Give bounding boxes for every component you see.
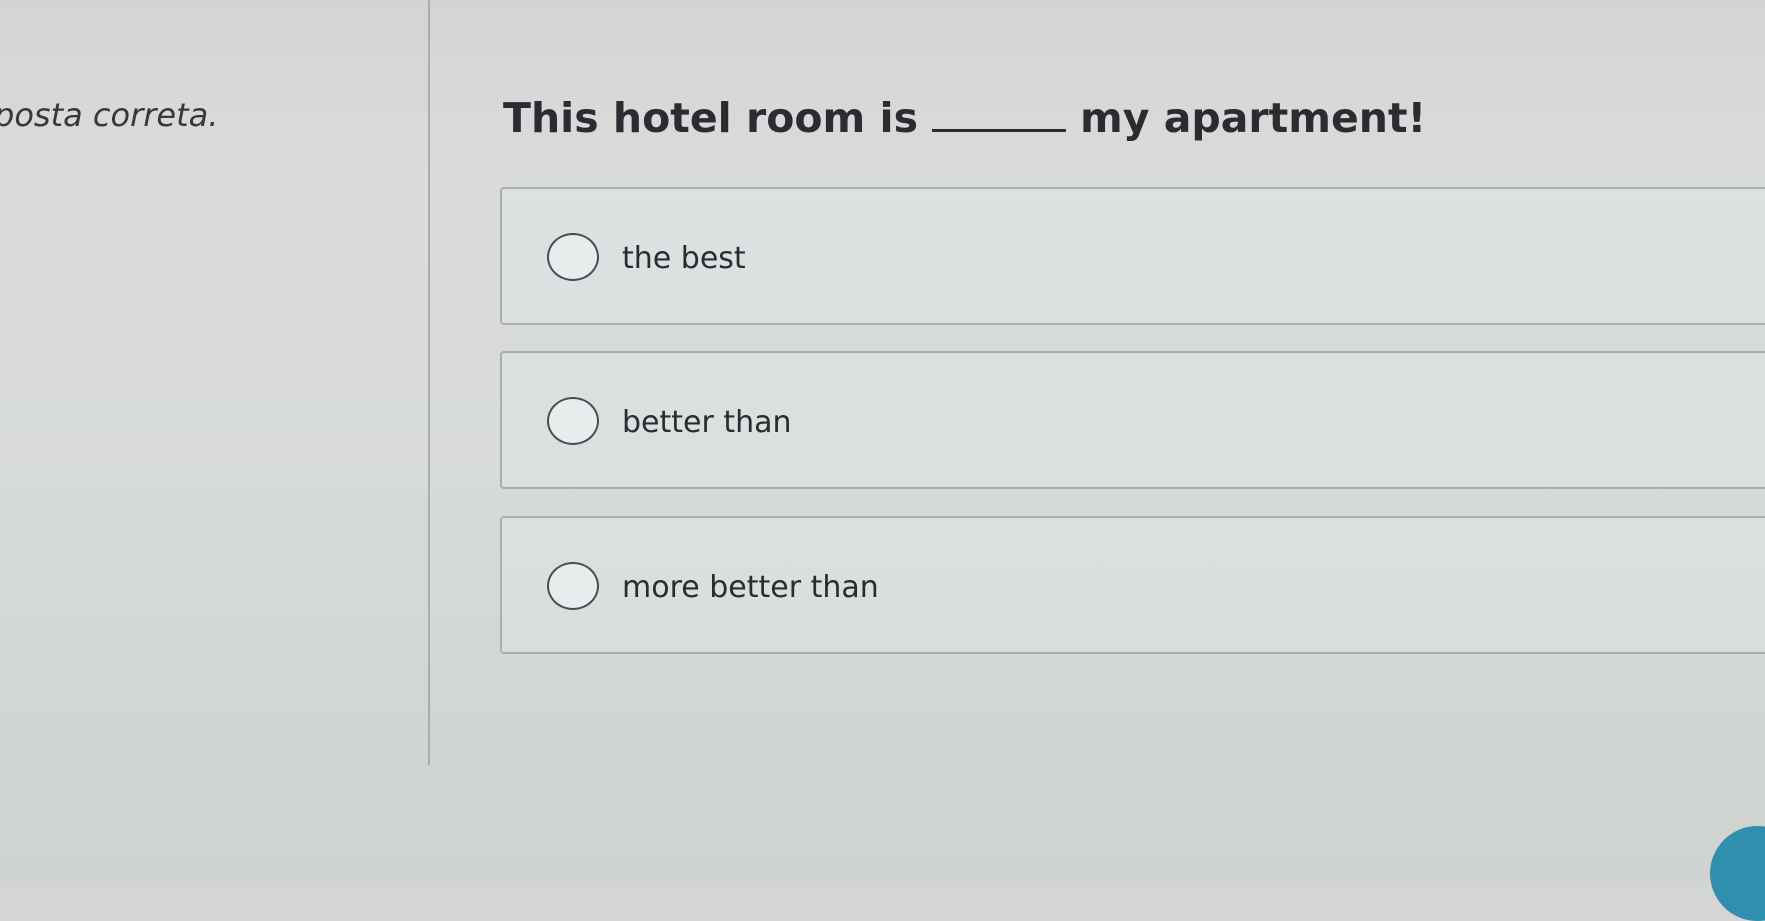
- radio-button[interactable]: [547, 562, 599, 610]
- instruction-text: posta correta.: [0, 96, 219, 134]
- radio-button[interactable]: [547, 397, 599, 445]
- radio-button[interactable]: [547, 233, 599, 281]
- question-after-blank: my apartment!: [1080, 94, 1427, 142]
- option-card-more-better-than[interactable]: more better than: [500, 516, 1765, 654]
- left-panel: posta correta.: [0, 0, 430, 765]
- question-text: This hotel room is my apartment!: [503, 94, 1426, 142]
- option-card-the-best[interactable]: the best: [500, 187, 1765, 325]
- question-before-blank: This hotel room is: [503, 94, 918, 142]
- accent-decoration: [1710, 826, 1765, 921]
- option-label: the best: [622, 241, 746, 276]
- option-label: better than: [622, 405, 792, 440]
- option-label: more better than: [622, 570, 879, 605]
- option-card-better-than[interactable]: better than: [500, 351, 1765, 489]
- question-blank: [932, 127, 1066, 132]
